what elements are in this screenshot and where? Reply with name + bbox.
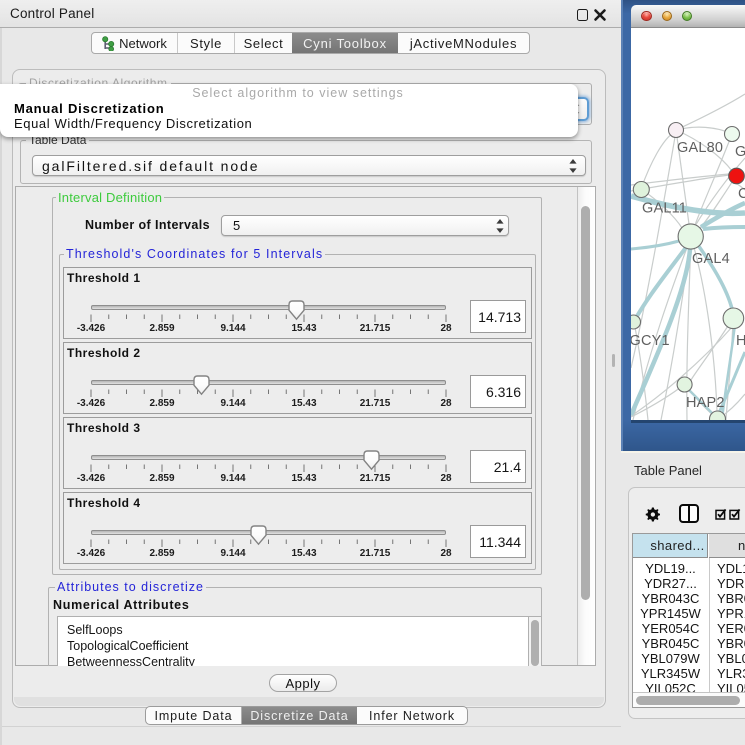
svg-text:GCY1: GCY1 <box>631 333 670 349</box>
svg-text:CR: CR <box>738 186 745 202</box>
svg-text:GAL80: GAL80 <box>677 140 723 156</box>
svg-text:GAL4: GAL4 <box>692 251 730 267</box>
svg-text:GAL11: GAL11 <box>642 201 687 217</box>
svg-text:GA: GA <box>735 144 745 160</box>
svg-text:HA: HA <box>736 333 745 349</box>
svg-text:HAP2: HAP2 <box>686 395 725 411</box>
